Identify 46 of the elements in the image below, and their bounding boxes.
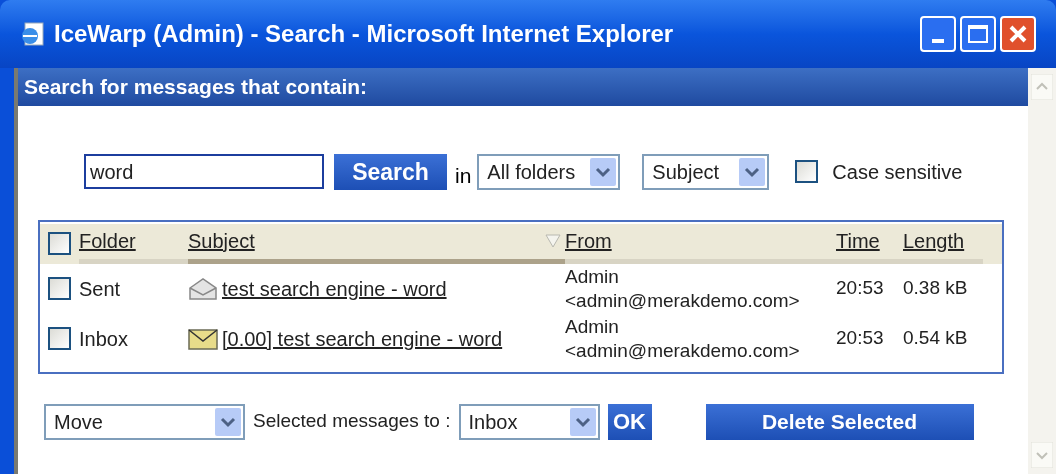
chevron-down-icon [569, 407, 596, 436]
close-icon [1008, 24, 1028, 44]
folder-cell-text: Sent [78, 276, 122, 302]
case-sensitive-checkbox[interactable] [795, 160, 819, 184]
sender-name: Admin [565, 264, 620, 289]
chevron-down-icon [739, 157, 766, 186]
move-target-label: Selected messages to : [253, 409, 451, 434]
window-title: IceWarp (Admin) - Search - Microsoft Internet Explorer [54, 19, 675, 49]
length-cell-text: 0.54 kB [903, 326, 969, 351]
action-select[interactable]: Move [44, 403, 245, 440]
search-field[interactable]: word [84, 154, 324, 190]
delete-selected-button[interactable]: Delete Selected [705, 403, 974, 440]
sender-name: Admin [565, 314, 620, 339]
time-cell-text: 20:53 [836, 326, 885, 351]
folder-select[interactable]: All folders [477, 153, 621, 190]
ok-button[interactable]: OK [607, 403, 652, 440]
length-cell-text: 0.38 kB [903, 276, 969, 301]
sender-email: <admin@merakdemo.com> [565, 338, 801, 363]
in-label: in [455, 163, 472, 189]
case-sensitive-label: Case sensitive [832, 159, 963, 185]
column-header[interactable]: Subject [188, 226, 255, 256]
column-header[interactable]: Time [836, 226, 880, 256]
envelope-icon [188, 326, 218, 351]
open-envelope-icon [188, 276, 218, 301]
sort-triangle-icon [545, 234, 561, 248]
minimize-button[interactable] [920, 16, 956, 52]
column-header[interactable]: From [565, 226, 612, 256]
select-all-checkbox[interactable] [48, 232, 71, 255]
column-header[interactable]: Folder [79, 226, 136, 256]
field-select[interactable]: Subject [642, 153, 770, 190]
row-checkbox[interactable] [48, 327, 71, 350]
row-checkbox[interactable] [48, 277, 71, 300]
search-button[interactable]: Search [334, 153, 447, 190]
browser-page-icon [20, 21, 46, 47]
sender-email: <admin@merakdemo.com> [565, 288, 801, 313]
subject-link[interactable]: test search engine - word [222, 273, 447, 304]
chevron-down-icon [215, 407, 241, 436]
target-folder-select[interactable]: Inbox [458, 403, 600, 440]
time-cell-text: 20:53 [836, 276, 885, 301]
column-header[interactable]: Length [903, 226, 965, 256]
close-button[interactable] [1000, 16, 1036, 52]
chevron-down-icon [590, 157, 617, 186]
maximize-button[interactable] [960, 16, 996, 52]
section-header: Search for messages that contain: [18, 68, 1028, 106]
subject-link[interactable]: [0.00] test search engine - word [222, 323, 503, 354]
folder-cell-text: Inbox [78, 326, 129, 352]
